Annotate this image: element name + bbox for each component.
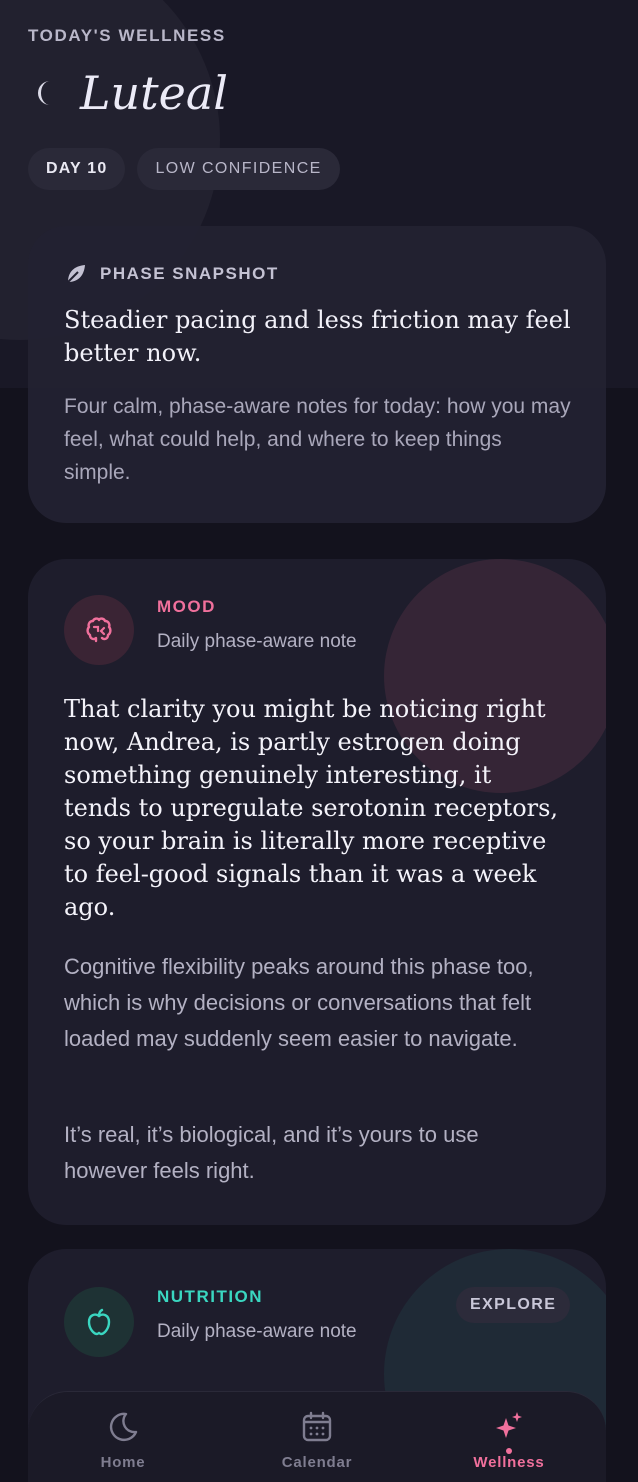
tab-wellness[interactable]: Wellness	[454, 1410, 564, 1471]
phase-snapshot-card: PHASE SNAPSHOT Steadier pacing and less …	[28, 226, 606, 523]
explore-button[interactable]: EXPLORE	[456, 1287, 571, 1323]
snapshot-label: PHASE SNAPSHOT	[100, 264, 279, 283]
nutrition-label: NUTRITION	[157, 1287, 264, 1306]
snapshot-body: Four calm, phase-aware notes for today: …	[64, 395, 571, 484]
confidence-chip: LOW CONFIDENCE	[137, 148, 340, 190]
snapshot-title: Steadier pacing and less friction may fe…	[64, 306, 571, 367]
mood-main-text: That clarity you might be noticing right…	[64, 695, 559, 921]
moon-icon	[38, 81, 50, 105]
tab-label: Calendar	[281, 1454, 353, 1471]
nutrition-icon-badge	[64, 1287, 134, 1357]
tab-label: Home	[100, 1454, 146, 1471]
mood-subtitle: Daily phase-aware note	[157, 631, 357, 652]
calendar-icon	[302, 1411, 332, 1442]
nutrition-subtitle: Daily phase-aware note	[157, 1321, 357, 1342]
active-indicator	[506, 1448, 512, 1454]
mood-label: MOOD	[157, 597, 216, 616]
phase-chips: DAY 10 LOW CONFIDENCE	[28, 148, 340, 190]
phase-title: Luteal	[36, 66, 228, 120]
phase-name: Luteal	[80, 66, 229, 120]
snapshot-header: PHASE SNAPSHOT	[64, 262, 279, 286]
apple-icon	[87, 1308, 111, 1336]
day-chip: DAY 10	[28, 148, 126, 190]
bottom-tab-bar: Home Calendar Wellness	[28, 1391, 606, 1482]
tab-label: Wellness	[473, 1454, 545, 1471]
mood-icon-badge	[64, 595, 134, 665]
mood-card[interactable]: MOOD Daily phase-aware note That clarity…	[28, 559, 606, 1225]
mood-paragraph: It’s real, it’s biological, and it’s you…	[64, 1122, 479, 1183]
moon-icon	[109, 1412, 138, 1442]
tab-calendar[interactable]: Calendar	[262, 1410, 372, 1471]
leaf-icon	[67, 265, 85, 283]
tab-home[interactable]: Home	[68, 1410, 178, 1471]
sparkle-icon	[496, 1412, 522, 1438]
brain-icon	[86, 617, 112, 643]
page-eyebrow: TODAY'S WELLNESS	[28, 26, 226, 45]
mood-paragraph: Cognitive flexibility peaks around this …	[64, 954, 534, 1051]
